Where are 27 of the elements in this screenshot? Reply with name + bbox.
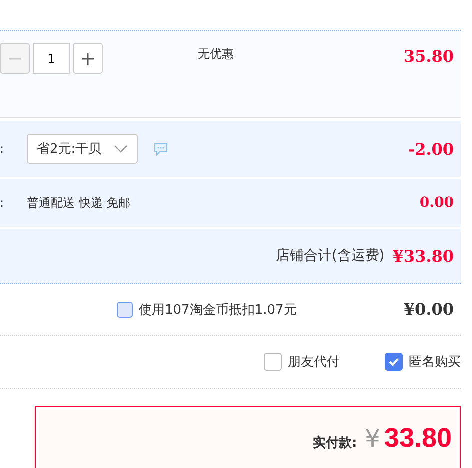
discount-amount: -2.00 bbox=[408, 140, 454, 158]
checkbox[interactable] bbox=[385, 353, 403, 371]
payment-label: 实付款: bbox=[312, 434, 358, 452]
payment-amount: 33.80 bbox=[384, 423, 452, 454]
shipping-method: 普通配送 快递 免邮 bbox=[27, 194, 131, 212]
label-tail: : bbox=[0, 196, 6, 210]
promotion-text: 无优惠 bbox=[198, 46, 234, 63]
currency-symbol: ¥ bbox=[365, 425, 380, 453]
option-label: 匿名购买 bbox=[409, 354, 461, 371]
shipping-amount: 0.00 bbox=[420, 195, 454, 211]
checkbox[interactable] bbox=[117, 302, 133, 318]
checkbox[interactable] bbox=[264, 353, 282, 371]
label-tail: : bbox=[0, 142, 6, 156]
store-total-label: 店铺合计(含运费) bbox=[276, 247, 385, 265]
minus-icon bbox=[8, 58, 22, 60]
item-price: 35.80 bbox=[404, 47, 454, 66]
discount-dropdown[interactable]: 省2元:干贝 bbox=[27, 134, 138, 164]
coins-amount: ¥0.00 bbox=[404, 300, 454, 319]
chat-icon[interactable] bbox=[154, 142, 168, 156]
check-icon bbox=[388, 356, 400, 368]
plus-icon bbox=[81, 52, 95, 66]
plus-button[interactable] bbox=[73, 43, 103, 74]
store-total-amount: ¥33.80 bbox=[392, 246, 454, 266]
coins-label: 使用107淘金币抵扣1.07元 bbox=[139, 302, 297, 318]
option-label: 朋友代付 bbox=[288, 354, 340, 371]
chevron-down-icon bbox=[114, 145, 128, 153]
quantity-field[interactable]: 1 bbox=[33, 43, 70, 74]
